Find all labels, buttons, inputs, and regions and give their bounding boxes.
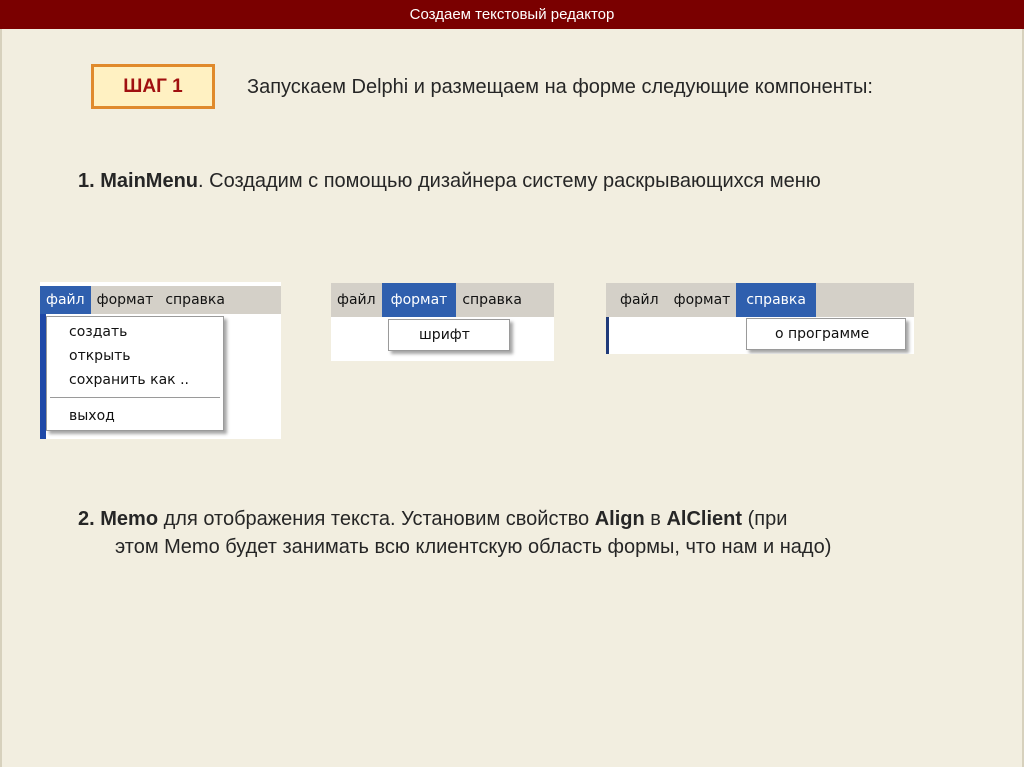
menu-format[interactable]: формат: [381, 283, 457, 317]
item2-text-a: для отображения текста. Установим свойст…: [158, 508, 595, 530]
menu-screenshot-file: файл формат справка создать открыть сохр…: [40, 282, 281, 439]
menu-bar: файл формат справка: [606, 283, 914, 317]
item2-text-c: (при: [742, 508, 788, 530]
menu-item-open[interactable]: открыть: [47, 344, 223, 368]
slide-title: Создаем текстовый редактор: [409, 6, 615, 23]
item2-value: AlClient: [666, 508, 743, 530]
menu-help[interactable]: справка: [456, 283, 528, 317]
menu-file[interactable]: файл: [606, 283, 668, 317]
slide-title-bar: Создаем текстовый редактор: [0, 0, 1024, 29]
step-label: ШАГ 1: [123, 75, 183, 97]
menu-screenshot-format: файл формат справка шрифт: [331, 283, 554, 361]
item-memo: 2. Memo для отображения текста. Установи…: [78, 505, 938, 561]
menu-separator: [50, 397, 220, 398]
item2-property: Align: [594, 508, 645, 530]
format-dropdown: шрифт: [388, 319, 510, 351]
menu-format[interactable]: формат: [91, 286, 160, 314]
menu-help[interactable]: справка: [159, 286, 231, 314]
intro-text: Запускаем Delphi и размещаем на форме сл…: [247, 76, 873, 98]
item1-text: . Создадим с помощью дизайнера систему р…: [198, 170, 821, 192]
form-left-edge: [606, 317, 609, 354]
menu-screenshot-help: файл формат справка о программе: [606, 283, 914, 354]
item2-continuation: этом Memo будет занимать всю клиентскую …: [115, 536, 832, 558]
menu-item-create[interactable]: создать: [47, 320, 223, 344]
menu-file[interactable]: файл: [331, 283, 382, 317]
menu-bar: файл формат справка: [331, 283, 554, 317]
step-badge: ШАГ 1: [91, 64, 215, 109]
menu-item-font[interactable]: шрифт: [389, 323, 509, 347]
menu-item-save-as[interactable]: сохранить как ..: [47, 368, 223, 392]
menu-help[interactable]: справка: [736, 283, 816, 317]
menu-item-about[interactable]: о программе: [747, 322, 905, 346]
item2-component: Memo: [100, 508, 159, 530]
menu-bar: файл формат справка: [40, 286, 281, 314]
menu-item-exit[interactable]: выход: [47, 404, 223, 428]
help-dropdown: о программе: [746, 318, 906, 350]
item1-number: 1.: [78, 170, 95, 192]
menu-file[interactable]: файл: [40, 286, 91, 314]
item-mainmenu: 1. MainMenu. Создадим с помощью дизайнер…: [78, 170, 821, 193]
item2-number: 2.: [78, 508, 95, 530]
menu-format[interactable]: формат: [668, 283, 737, 317]
item1-component: MainMenu: [100, 170, 199, 192]
item2-text-b: в: [644, 508, 667, 530]
file-dropdown: создать открыть сохранить как .. выход: [46, 316, 224, 431]
